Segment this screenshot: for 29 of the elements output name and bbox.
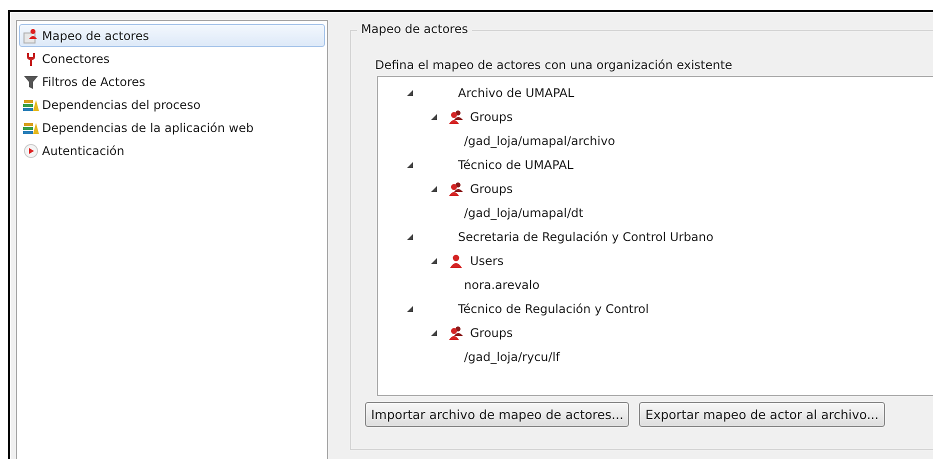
sidebar-item[interactable]: Autenticación bbox=[19, 139, 325, 162]
tree-node[interactable]: Groups bbox=[470, 182, 513, 196]
tree-node[interactable]: Secretaria de Regulación y Control Urbano bbox=[458, 230, 714, 244]
person-icon bbox=[448, 253, 464, 269]
tree-node[interactable]: /gad_loja/umapal/archivo bbox=[464, 134, 616, 148]
sidebar-item[interactable]: Filtros de Actores bbox=[19, 70, 325, 93]
tree-node[interactable]: Técnico de Regulación y Control bbox=[458, 302, 649, 316]
tree-node[interactable]: Groups bbox=[470, 110, 513, 124]
description-text: Defina el mapeo de actores con una organización existente bbox=[375, 58, 732, 72]
group-title: Mapeo de actores bbox=[357, 22, 472, 36]
action-button[interactable]: Importar archivo de mapeo de actores... bbox=[365, 402, 630, 427]
people-icon bbox=[448, 181, 464, 197]
filter-icon bbox=[23, 74, 39, 90]
sidebar-item[interactable]: Dependencias de la aplicación web bbox=[19, 116, 325, 139]
sidebar-item[interactable]: Dependencias del proceso bbox=[19, 93, 325, 116]
tree-node[interactable]: /gad_loja/rycu/lf bbox=[464, 350, 560, 364]
people-icon bbox=[448, 109, 464, 125]
document-person-icon bbox=[23, 28, 39, 44]
sidebar-item[interactable]: Conectores bbox=[19, 47, 325, 70]
play-circle-icon bbox=[23, 142, 39, 158]
people-icon bbox=[448, 325, 464, 341]
tree-node[interactable]: /gad_loja/umapal/dt bbox=[464, 206, 584, 220]
tree-node[interactable]: Archivo de UMAPAL bbox=[458, 86, 574, 100]
action-button[interactable]: Exportar mapeo de actor al archivo... bbox=[639, 402, 885, 427]
sidebar-item[interactable]: Mapeo de actores bbox=[19, 24, 325, 47]
tree-node[interactable]: nora.arevalo bbox=[464, 278, 540, 292]
tree-node[interactable]: Users bbox=[470, 254, 504, 268]
tree-node[interactable]: Groups bbox=[470, 326, 513, 340]
tree-node[interactable]: Técnico de UMAPAL bbox=[458, 158, 574, 172]
